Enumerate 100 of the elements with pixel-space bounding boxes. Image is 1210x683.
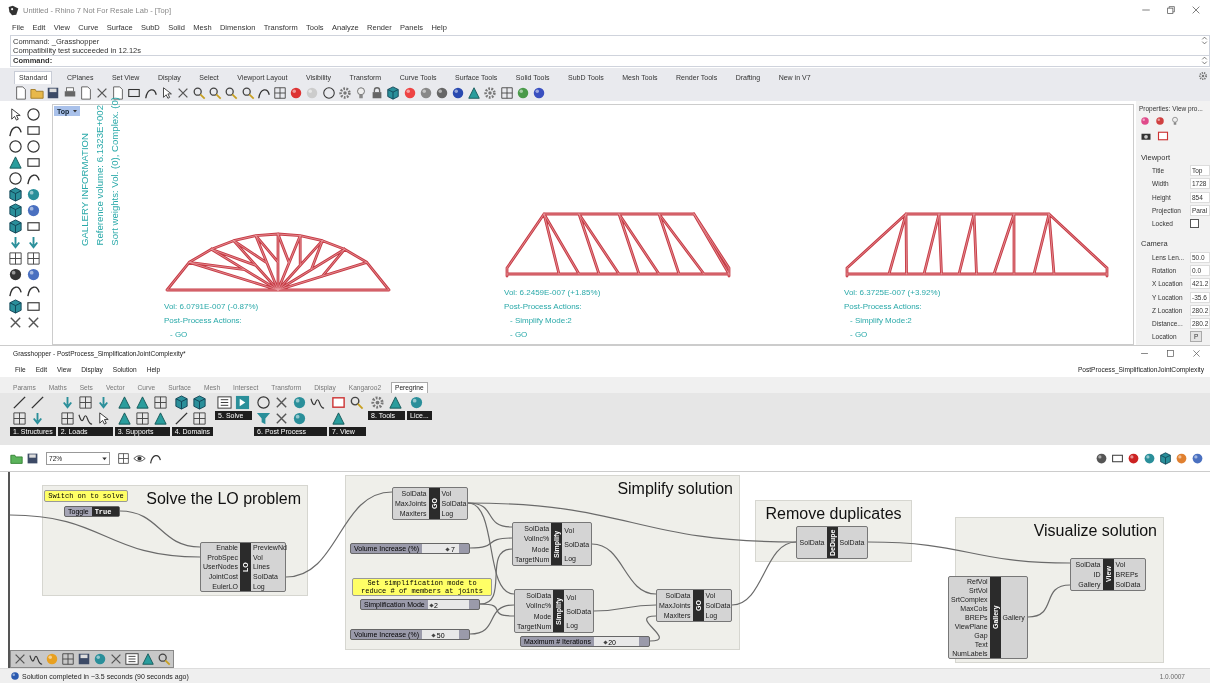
pointer-icon[interactable] (8, 107, 23, 122)
arrow-icon[interactable] (8, 235, 23, 250)
cube-icon[interactable] (8, 203, 23, 218)
rectangle-icon[interactable] (26, 299, 41, 314)
grid-icon[interactable] (499, 86, 514, 100)
grid-icon[interactable] (26, 251, 41, 266)
grid-icon[interactable] (191, 411, 207, 426)
cube-icon[interactable] (8, 219, 23, 234)
cube-icon[interactable] (8, 299, 23, 314)
circle-icon[interactable] (321, 86, 336, 100)
gear-icon[interactable] (1198, 71, 1208, 81)
scroll-arrows-icon[interactable] (1200, 36, 1209, 45)
cross-icon[interactable] (109, 652, 123, 666)
checkbox[interactable] (1190, 219, 1199, 229)
gear-icon[interactable] (483, 86, 498, 100)
floppy-icon[interactable] (26, 451, 39, 465)
magnifier-icon[interactable] (349, 395, 365, 410)
maximize-icon[interactable] (1165, 348, 1176, 359)
sphere-icon[interactable] (451, 86, 466, 100)
frame-icon[interactable] (1157, 130, 1169, 142)
gear-icon[interactable] (370, 395, 386, 410)
circle-icon[interactable] (256, 395, 272, 410)
group-title: Solve the LO problem (146, 490, 301, 508)
magnifier-icon[interactable] (208, 86, 223, 100)
magnifier-icon[interactable] (157, 652, 171, 666)
cross-icon[interactable] (26, 315, 41, 330)
sphere-icon[interactable] (532, 86, 546, 100)
arrow-icon[interactable] (26, 235, 41, 250)
curve-icon[interactable] (8, 283, 23, 298)
printer-icon[interactable] (62, 86, 77, 100)
restore-icon[interactable] (1165, 4, 1177, 16)
triangle-icon[interactable] (467, 86, 482, 100)
close-icon[interactable] (1190, 4, 1202, 16)
triangle-icon[interactable] (116, 411, 132, 426)
sphere-icon[interactable] (8, 267, 23, 282)
cube-icon[interactable] (386, 86, 401, 100)
triangle-icon[interactable] (134, 395, 150, 410)
circle-icon[interactable] (8, 171, 23, 186)
cross-icon[interactable] (13, 652, 27, 666)
curve-icon[interactable] (256, 86, 271, 100)
cube-icon[interactable] (173, 395, 189, 410)
volume-label: Vol: 6.2459E-007 (+1.85%) (504, 287, 602, 299)
action-item: - GO (169, 329, 189, 341)
grid-icon[interactable] (12, 411, 27, 426)
sphere-icon[interactable] (1127, 451, 1140, 465)
magnifier-icon[interactable] (240, 86, 255, 100)
triangle-icon[interactable] (388, 395, 404, 410)
list-icon[interactable] (217, 395, 233, 410)
play-icon[interactable] (235, 395, 251, 410)
circle-icon[interactable] (26, 107, 41, 122)
triangle-icon[interactable] (152, 411, 168, 426)
curve-icon[interactable] (143, 86, 158, 100)
action-item: - Simplify Mode:2 (849, 315, 913, 327)
slider-thumb[interactable] (445, 546, 450, 552)
curve-icon[interactable] (26, 283, 41, 298)
bulb-icon[interactable] (1170, 116, 1180, 126)
wave-icon[interactable] (29, 652, 43, 666)
triangle-icon[interactable] (8, 155, 23, 170)
cross-icon[interactable] (8, 315, 23, 330)
group-title: Simplify solution (617, 480, 733, 498)
sphere-icon[interactable] (1095, 451, 1108, 465)
grid-icon[interactable] (8, 251, 23, 266)
list-icon[interactable] (125, 652, 139, 666)
grid-icon[interactable] (152, 395, 168, 410)
cube-icon[interactable] (191, 395, 207, 410)
triangle-icon[interactable] (116, 395, 132, 410)
cube-icon[interactable] (8, 187, 23, 202)
grid-icon[interactable] (117, 451, 130, 465)
rectangle-icon[interactable] (26, 123, 41, 138)
magnifier-icon[interactable] (224, 86, 239, 100)
gallery-info-line: Sort weights: Vol. (0), Complex. (0) (109, 97, 120, 246)
magnifier-icon[interactable] (192, 86, 207, 100)
grid-icon[interactable] (77, 395, 93, 410)
caret-icon[interactable] (71, 107, 80, 115)
rectangle-icon[interactable] (26, 219, 41, 234)
grid-icon[interactable] (59, 411, 75, 426)
cube-icon[interactable] (1159, 451, 1172, 465)
circle-icon[interactable] (8, 139, 23, 154)
curve-icon[interactable] (26, 171, 41, 186)
circle-icon[interactable] (26, 139, 41, 154)
scroll-arrows-icon[interactable] (1200, 56, 1209, 65)
triangle-icon[interactable] (331, 411, 347, 426)
line-icon[interactable] (30, 395, 45, 410)
line-icon[interactable] (173, 411, 189, 426)
triangle-icon[interactable] (141, 652, 155, 666)
wire (646, 615, 660, 642)
curve-icon[interactable] (8, 123, 23, 138)
grid-icon[interactable] (134, 411, 150, 426)
gear-icon[interactable] (337, 86, 352, 100)
slider-thumb[interactable] (603, 639, 608, 645)
frame-icon[interactable] (331, 395, 347, 410)
slider-thumb[interactable] (431, 632, 436, 638)
rectangle-icon[interactable] (26, 155, 41, 170)
floppy-icon[interactable] (46, 86, 61, 100)
line-icon[interactable] (12, 395, 27, 410)
close-icon[interactable] (1191, 348, 1202, 359)
grid-icon[interactable] (273, 86, 287, 100)
slider-thumb[interactable] (428, 602, 434, 608)
rectangle-icon[interactable] (127, 86, 142, 100)
floppy-icon[interactable] (77, 652, 91, 666)
